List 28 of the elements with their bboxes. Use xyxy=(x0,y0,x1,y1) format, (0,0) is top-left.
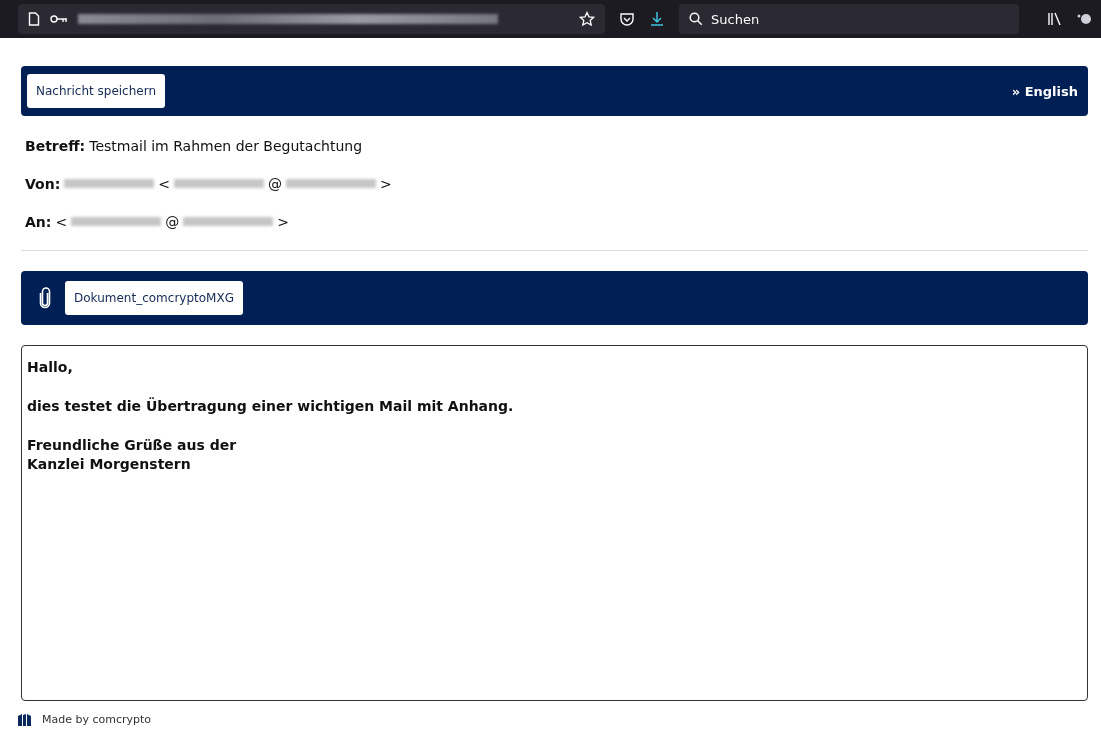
field-value: < xyxy=(55,213,68,230)
star-icon[interactable] xyxy=(579,11,595,27)
field-label: Betreff: xyxy=(25,137,86,154)
save-message-button[interactable]: Nachricht speichern xyxy=(27,74,166,108)
pocket-icon[interactable] xyxy=(619,11,635,27)
field-value: @ xyxy=(165,213,180,230)
field-value: < xyxy=(158,175,170,192)
message-paragraph: Freundliche Grüße aus der Kanzlei Morgenstern xyxy=(27,436,238,474)
books-icon xyxy=(17,713,32,726)
field-value: Testmail im Rahmen der Begutachtung xyxy=(89,137,363,154)
message-paragraph: Hallo, xyxy=(27,358,74,377)
attachment-button[interactable]: Dokument_comcryptoMXG xyxy=(65,281,243,315)
field-value: > xyxy=(277,213,289,230)
footer-text: Made by comcrypto xyxy=(42,713,152,726)
key-icon xyxy=(50,14,68,24)
field-label: Von: xyxy=(25,175,61,192)
paperclip-icon xyxy=(39,287,51,309)
message-paragraph: dies testet die Übertragung einer wichtigen Mail mit Anhang. xyxy=(27,397,515,416)
address-field[interactable] xyxy=(18,4,605,34)
field-label: An: xyxy=(25,213,52,230)
download-icon[interactable] xyxy=(649,11,665,27)
page-icon xyxy=(28,12,40,26)
field-value: > xyxy=(380,175,392,192)
search-icon xyxy=(689,12,703,26)
search-field[interactable]: Suchen xyxy=(679,4,1019,34)
language-link[interactable]: » English xyxy=(1011,83,1078,99)
field-value: @ xyxy=(268,175,282,192)
library-icon[interactable] xyxy=(1047,12,1063,26)
